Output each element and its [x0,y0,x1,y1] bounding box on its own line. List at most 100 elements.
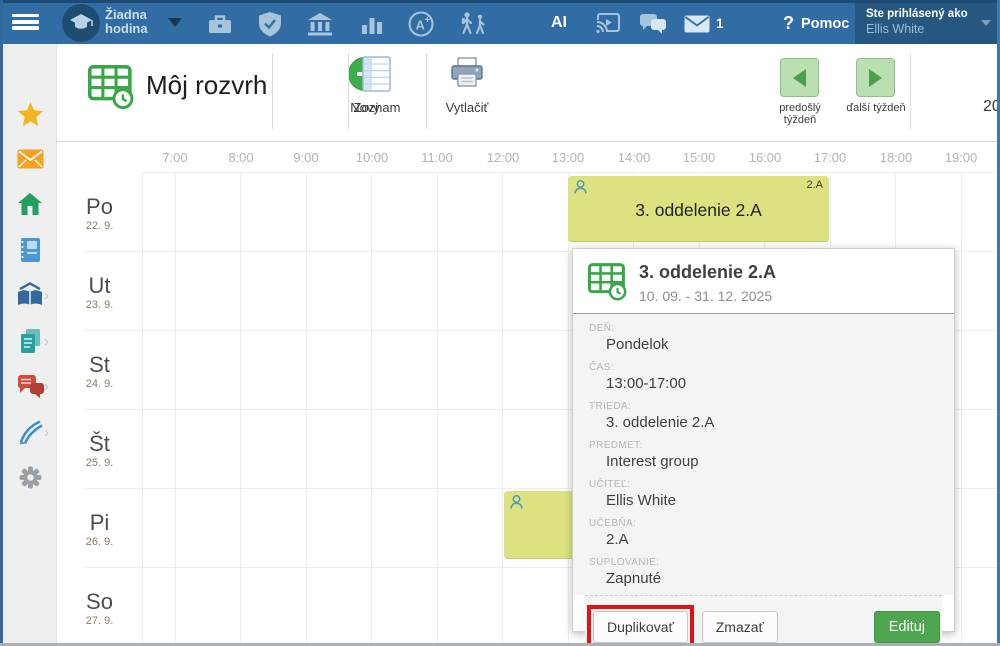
field-label: DEŇ: [589,322,938,335]
field-value: 3. oddelenie 2.A [589,413,938,432]
pen-chevron-icon: › [44,425,54,441]
briefcase-icon[interactable] [206,10,234,38]
gear-settings-icon[interactable] [16,463,44,491]
field-value: Pondelok [589,335,938,354]
mail-icon[interactable] [16,145,44,173]
header-separator [426,53,427,129]
day-label: St [57,352,142,378]
excursion-walkers-icon[interactable] [457,10,489,38]
help-question-icon[interactable]: ? [783,13,794,34]
window-border-top [0,0,1000,3]
graduation-cap-avatar[interactable] [62,4,100,42]
day-label: Po [57,194,142,220]
field-value: Zapnuté [589,569,938,588]
time-label: 9:00 [274,150,338,165]
day-date: 24. 9. [57,378,142,390]
popup-body: DEŇ:Pondelok ČAS:13:00-17:00 TRIEDA:3. o… [573,314,954,595]
time-label: 10:00 [340,150,404,165]
current-lesson-selector[interactable]: Žiadna hodina [105,8,167,36]
person-icon [572,179,589,196]
time-label: 12:00 [471,150,535,165]
app-window: Žiadna hodina [0,0,1000,646]
field-label: PREDMET: [589,439,938,452]
next-week-label[interactable]: ďalší týždeň [845,102,907,114]
duplicate-highlight-box: Duplikovať [587,605,694,646]
svg-text:+: + [425,15,431,26]
mail-badge: 1 [716,16,724,31]
user-dropdown-caret-icon [981,20,991,26]
time-label: 16:00 [733,150,797,165]
day-date: 22. 9. [57,220,142,232]
chat-chevron-icon: › [44,379,54,395]
day-label: Pi [57,510,142,536]
previous-week-button[interactable] [780,58,819,97]
day-label: So [57,589,142,615]
time-label: 15:00 [667,150,731,165]
day-label: Št [57,431,142,457]
shield-check-icon[interactable] [256,10,284,38]
print-button[interactable] [449,57,485,95]
time-label: 18:00 [864,150,928,165]
person-icon [508,494,525,511]
field-label: SUPLOVANIE: [589,556,938,569]
list-button[interactable] [362,56,392,97]
field-value: Ellis White [589,491,938,510]
schedule-event-monday[interactable]: 2.A 3. oddelenie 2.A [568,176,829,242]
bar-chart-icon[interactable] [358,10,386,38]
pen-grading-icon[interactable] [16,418,44,446]
documents-chevron-icon: › [44,334,54,350]
day-date: 23. 9. [57,299,142,311]
field-label: UČITEĽ: [589,478,938,491]
day-date: 27. 9. [57,615,142,627]
day-date: 25. 9. [57,457,142,469]
home-icon[interactable] [16,190,44,218]
logged-in-as-label: Ste prihlásený ako [866,7,971,22]
previous-week-arrow-icon [793,69,806,87]
time-label: 19:00 [929,150,993,165]
chat-bubbles-icon[interactable] [638,10,668,38]
duplicate-button[interactable]: Duplikovať [593,611,688,643]
print-button-label[interactable]: Vytlačiť [435,100,499,115]
next-week-button[interactable] [856,58,895,97]
page-title: Môj rozvrh [146,70,267,101]
edit-button[interactable]: Edituj [874,611,940,643]
field-value: 13:00-17:00 [589,374,938,393]
user-name: Ellis White [866,22,971,37]
institution-icon[interactable] [306,10,334,38]
header-separator [348,53,349,129]
chat-communication-icon[interactable] [16,372,44,400]
time-label: 11:00 [405,150,469,165]
day-label: Ut [57,273,142,299]
hamburger-menu-icon[interactable] [12,14,39,33]
logged-in-user-box[interactable]: Ste prihlásený ako Ellis White [855,3,997,44]
library-chevron-icon: › [44,288,54,304]
lesson-dropdown-caret-icon[interactable] [168,18,182,27]
star-favorites-icon[interactable] [16,100,44,128]
popup-title: 3. oddelenie 2.A [639,262,776,283]
day-date: 26. 9. [57,536,142,548]
a-plus-grade-icon[interactable]: A + [407,10,435,38]
ai-menu-item[interactable]: AI [551,14,567,32]
mail-envelope-icon[interactable] [683,10,711,38]
next-week-arrow-icon [869,69,882,87]
list-button-label[interactable]: Zoznam [347,100,407,115]
popup-footer: Duplikovať Zmazať Edituj [585,595,942,646]
time-label: 7:00 [143,150,207,165]
field-value: Interest group [589,452,938,471]
cast-screen-icon[interactable] [594,10,622,38]
delete-button[interactable]: Zmazať [702,611,778,643]
field-label: ČAS: [589,361,938,374]
graduation-cap-icon [68,12,94,34]
left-sidebar: › › › › [3,44,57,643]
library-book-icon[interactable] [16,281,44,309]
time-label: 13:00 [536,150,600,165]
notebook-icon[interactable] [16,236,44,264]
previous-week-label[interactable]: predošlý týždeň [762,102,838,126]
popup-date-range: 10. 09. - 31. 12. 2025 [639,288,776,304]
event-title: 3. oddelenie 2.A [568,199,829,220]
documents-copy-icon[interactable] [16,327,44,355]
top-bar: Žiadna hodina [0,3,1000,44]
field-label: UČEBŇA: [589,517,938,530]
event-room: 2.A [806,179,823,191]
help-menu-item[interactable]: Pomoc [801,16,849,32]
